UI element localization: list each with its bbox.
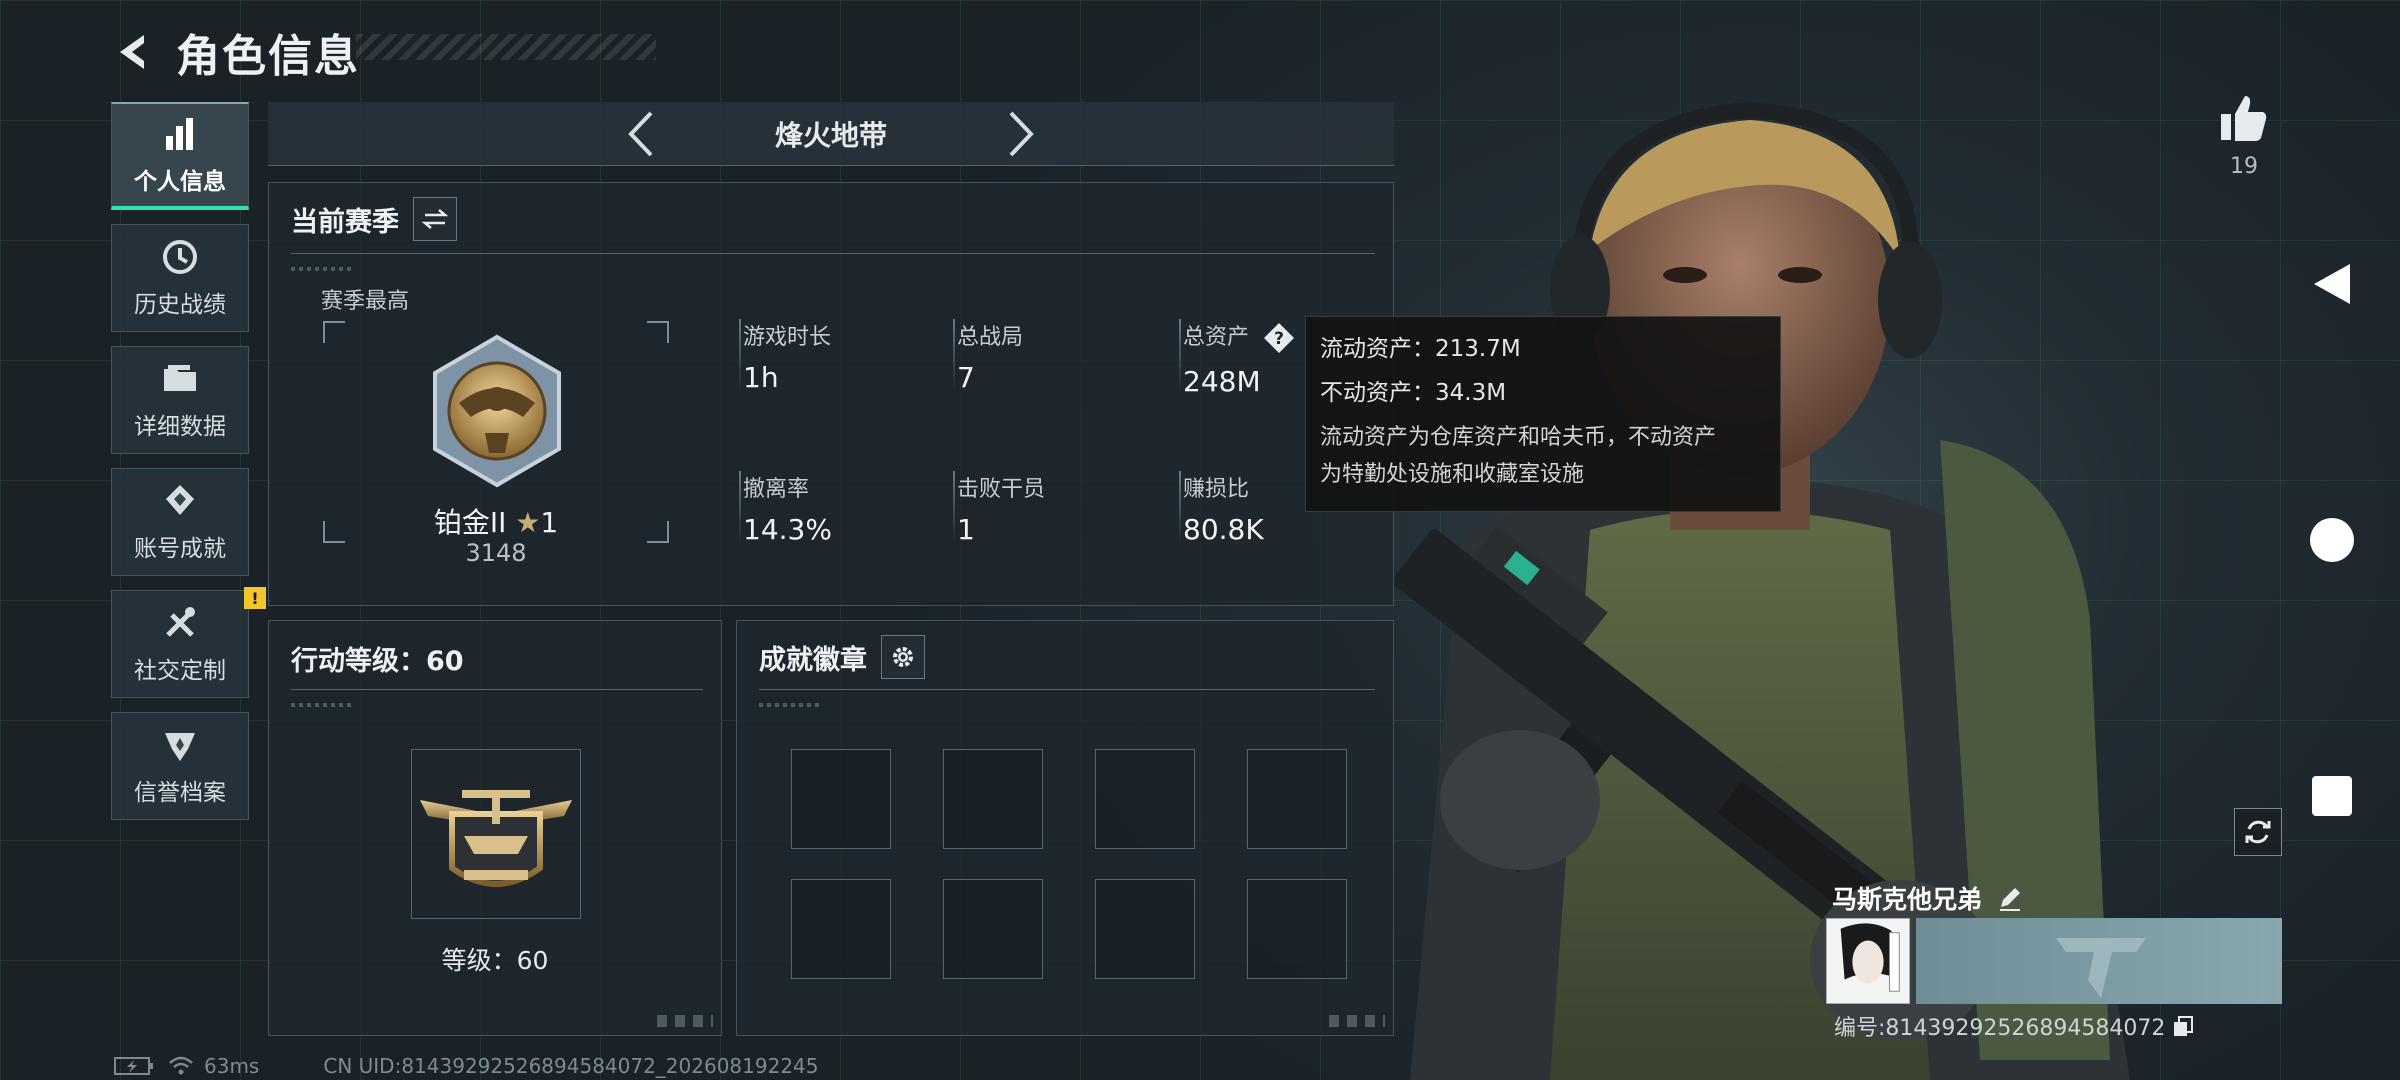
achievement-icon xyxy=(166,485,194,515)
system-recents-icon[interactable] xyxy=(2308,772,2356,820)
nav-label: 个人信息 xyxy=(134,169,226,195)
tooltip-liquid-assets: 流动资产：213.7M xyxy=(1320,336,1521,362)
player-id-row: 编号:8143929252689458407​2 xyxy=(1834,1010,2195,1042)
help-icon[interactable]: ? xyxy=(1262,321,1296,355)
copy-icon[interactable] xyxy=(2171,1014,2195,1038)
level-emblem-icon xyxy=(420,790,572,887)
tooltip-fixed-assets: 不动资产：34.3M xyxy=(1320,380,1507,406)
player-id: 编号:8143929252689458407​2 xyxy=(1834,1016,2166,1041)
mode-switcher: 烽火地带 xyxy=(268,102,1394,166)
folder-icon xyxy=(164,365,196,391)
nav-label: 详细数据 xyxy=(134,414,226,440)
nav-item-detailed-data[interactable]: 详细数据 xyxy=(111,346,249,454)
level-title: 行动等级：60 xyxy=(291,646,464,677)
rank-box: 铂金II ★1 3148 xyxy=(323,321,669,567)
tools-icon xyxy=(166,607,195,637)
page-title: 角色信息 xyxy=(176,31,360,82)
name-card-banner[interactable] xyxy=(1916,918,2282,1004)
achievement-slot[interactable] xyxy=(943,749,1043,849)
nav-item-social[interactable]: 社交定制 ! xyxy=(111,587,266,698)
decoration xyxy=(291,703,351,707)
uid-text: CN UID:81439292526894584072_202608192245 xyxy=(323,1054,819,1078)
divider xyxy=(291,689,703,690)
achievement-title: 成就徽章 xyxy=(759,644,867,676)
season-header: 当前赛季 xyxy=(291,197,457,241)
decoration xyxy=(657,1015,713,1027)
decoration xyxy=(759,703,819,707)
nav-item-reputation[interactable]: 信誉档案 xyxy=(111,712,249,820)
battery-charging-icon xyxy=(114,1057,153,1075)
decoration xyxy=(1329,1015,1385,1027)
sidebar-nav: 个人信息 历史战绩 详细数据 账号成就 社交定制 ! 信誉档案 xyxy=(111,102,266,834)
player-avatar[interactable] xyxy=(1826,918,1910,1004)
nav-item-history[interactable]: 历史战绩 xyxy=(111,224,249,332)
divider xyxy=(291,253,1375,254)
player-name: 马斯克他兄弟 xyxy=(1832,885,1983,914)
like-widget[interactable]: 19 xyxy=(2212,92,2276,179)
season-switch-button[interactable] xyxy=(413,197,457,241)
swap-icon xyxy=(421,209,449,229)
season-best-label: 赛季最高 xyxy=(321,289,410,314)
alert-badge: ! xyxy=(244,587,266,609)
achievement-slot[interactable] xyxy=(1247,749,1347,849)
page-header: 角色信息 xyxy=(110,22,360,82)
nav-label: 信誉档案 xyxy=(134,780,226,806)
star-icon: ★ xyxy=(515,506,541,539)
player-name-row: 马斯克他兄弟 xyxy=(1832,880,2024,916)
rank-score: 3148 xyxy=(465,539,527,567)
nav-label: 历史战绩 xyxy=(134,292,226,318)
gear-icon xyxy=(893,647,913,667)
assets-tooltip: 流动资产：213.7M 不动资产：34.3M 流动资产为仓库资产和哈夫币，不动资… xyxy=(1305,316,1781,512)
achievement-badges-panel: 成就徽章 xyxy=(736,620,1394,1036)
bar-chart-icon xyxy=(166,118,193,150)
refresh-character-button[interactable] xyxy=(2234,808,2282,856)
divider xyxy=(759,689,1375,690)
nav-label: 账号成就 xyxy=(134,536,226,562)
stat-play-time: 游戏时长 1h xyxy=(739,319,943,394)
achievement-slot[interactable] xyxy=(791,749,891,849)
wifi-icon xyxy=(169,1056,193,1075)
back-arrow-icon[interactable] xyxy=(110,29,156,75)
status-bar: 63ms CN UID:81439292526894584072_2026081… xyxy=(114,1054,819,1078)
like-count: 19 xyxy=(2230,154,2258,179)
achievement-header: 成就徽章 xyxy=(759,635,925,679)
current-season-panel: 当前赛季 赛季最高 铂金II ★1 3148 游戏时长 1h 总战局 7 总资产… xyxy=(268,182,1394,606)
edit-pencil-icon[interactable] xyxy=(1996,884,2024,912)
achievement-slot[interactable] xyxy=(791,879,891,979)
shield-icon xyxy=(165,733,195,761)
next-mode-icon[interactable] xyxy=(1001,109,1041,159)
ping-value: 63ms xyxy=(204,1054,260,1078)
achievement-slot[interactable] xyxy=(1247,879,1347,979)
rank-name: 铂金II ★1 xyxy=(433,506,559,539)
achievement-settings-button[interactable] xyxy=(881,635,925,679)
title-decoration xyxy=(356,34,656,60)
rank-medal-icon xyxy=(433,334,561,488)
mode-title: 烽火地带 xyxy=(774,118,887,152)
system-back-icon[interactable] xyxy=(2308,260,2356,308)
level-header: 行动等级：60 xyxy=(291,639,464,678)
tooltip-note: 流动资产为仓库资产和哈夫币，不动资产 为特勤处设施和收藏室设施 xyxy=(1320,425,1717,487)
action-level-panel: 行动等级：60 等级：60 xyxy=(268,620,722,1036)
level-badge-frame[interactable] xyxy=(411,749,581,919)
nav-label: 社交定制 xyxy=(134,658,226,684)
banner-logo-icon xyxy=(2056,938,2146,998)
svg-text:?: ? xyxy=(1274,329,1284,349)
achievement-slot[interactable] xyxy=(1095,749,1195,849)
achievement-slot[interactable] xyxy=(943,879,1043,979)
stat-operators-defeated: 击败干员 1 xyxy=(953,471,1157,546)
nav-item-personal-info[interactable]: 个人信息 xyxy=(111,102,249,210)
level-value: 等级：60 xyxy=(441,946,549,975)
achievement-slot[interactable] xyxy=(1095,879,1195,979)
nav-item-achievements[interactable]: 账号成就 xyxy=(111,468,249,576)
refresh-icon xyxy=(2245,820,2271,844)
season-title: 当前赛季 xyxy=(291,206,399,238)
history-icon xyxy=(163,240,197,274)
system-home-icon[interactable] xyxy=(2308,516,2356,564)
stat-extraction-rate: 撤离率 14.3% xyxy=(739,471,943,546)
decoration xyxy=(291,267,351,271)
prev-mode-icon[interactable] xyxy=(621,109,661,159)
stat-total-matches: 总战局 7 xyxy=(953,319,1157,394)
thumbs-up-icon xyxy=(2221,96,2267,141)
